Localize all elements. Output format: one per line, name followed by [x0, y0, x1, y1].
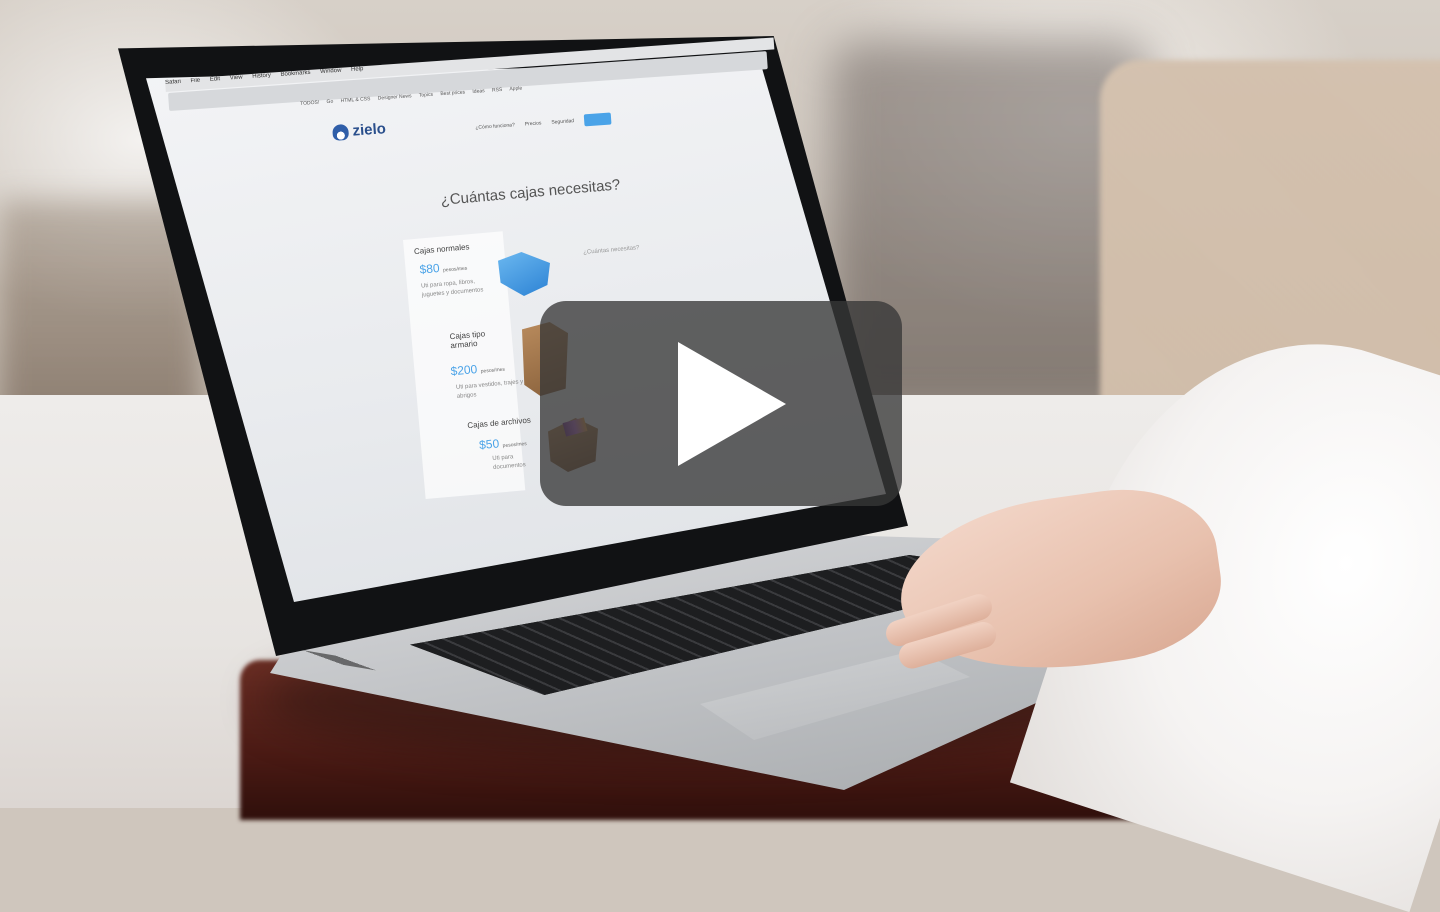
- logo-text: zielo: [351, 120, 387, 140]
- play-button[interactable]: [540, 301, 902, 506]
- bookmark-item: Ideas: [472, 88, 485, 95]
- menu-item: Safari: [165, 78, 182, 86]
- bookmark-item: RSS: [491, 86, 503, 94]
- product-price: $200 pesos/mes: [450, 360, 506, 379]
- price-suffix: pesos/mes: [442, 265, 468, 274]
- menu-item: Bookmarks: [280, 69, 311, 78]
- product-price: $80 pesos/mes: [419, 259, 468, 277]
- nav-link: Precios: [524, 120, 542, 128]
- product-desc: Uti para documentos: [492, 454, 527, 471]
- product-title: Cajas tipo armario: [449, 329, 486, 351]
- bookmark-item: Topics: [418, 91, 434, 99]
- bookmark-item: HTML & CSS: [340, 96, 371, 105]
- bookmark-item: Go: [326, 98, 334, 106]
- bookmark-item: Best prices: [440, 89, 466, 98]
- play-icon: [678, 341, 786, 466]
- menu-item: History: [252, 72, 272, 80]
- menu-item: Edit: [209, 76, 221, 83]
- product-price: $50 pesos/mes: [479, 434, 528, 452]
- product-desc: Uti para vestidos, trajes y abrigos: [455, 379, 524, 400]
- menu-item: View: [229, 74, 243, 82]
- product-desc: Uti para ropa, libros, juguetes y docume…: [420, 278, 484, 299]
- menu-item: Window: [319, 67, 342, 76]
- nav-cta-button: [583, 112, 612, 127]
- price-value: $50: [478, 436, 500, 453]
- nav-link: ¿Cómo funciona?: [475, 122, 516, 131]
- product-title: Cajas normales: [413, 242, 470, 257]
- menu-item: Help: [350, 66, 364, 73]
- bookmark-item: TODOS!: [300, 99, 320, 107]
- price-value: $200: [450, 362, 478, 379]
- menu-item: File: [190, 77, 201, 85]
- logo-icon: [332, 123, 350, 141]
- bookmark-item: Designer News: [377, 93, 412, 102]
- price-suffix: pesos/mes: [480, 366, 506, 375]
- video-thumbnail[interactable]: Safari File Edit View History Bookmarks …: [0, 0, 1440, 912]
- bookmark-item: Apple: [509, 85, 523, 93]
- price-suffix: pesos/mes: [502, 440, 528, 450]
- nav-link: Seguridad: [551, 118, 575, 126]
- price-value: $80: [419, 260, 441, 277]
